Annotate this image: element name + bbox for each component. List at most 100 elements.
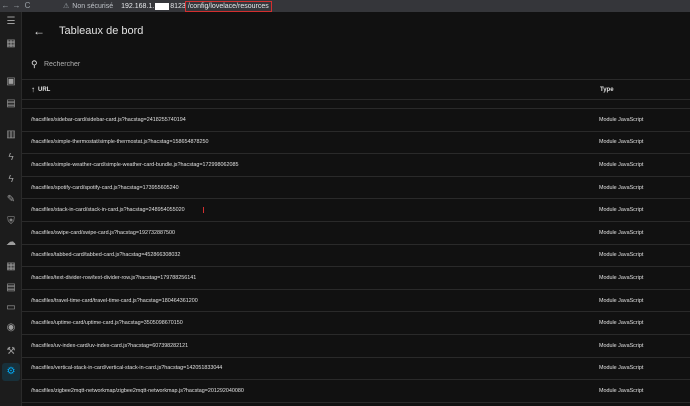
grid-icon: ▦: [6, 261, 16, 272]
table-row[interactable]: /hacsfiles/uptime-card/uptime-card.js?ha…: [22, 312, 690, 335]
search-input[interactable]: [44, 61, 344, 68]
column-header-url-label: URL: [38, 86, 51, 93]
calendar-icon: ▣: [6, 76, 16, 87]
back-arrow-icon[interactable]: ←: [33, 24, 49, 38]
warning-icon[interactable]: ⚠: [63, 2, 69, 10]
table-row[interactable]: /hacsfiles/sidebar-card/sidebar-card.js?…: [22, 109, 690, 132]
dashboard-icon: ▦: [6, 38, 16, 49]
sidebar-item-menu[interactable]: ☰: [0, 13, 22, 31]
sidebar-item-server[interactable]: ▭: [0, 299, 22, 317]
resource-type: Module JavaScript: [599, 229, 644, 236]
sidebar-item-compass[interactable]: ◉: [0, 319, 22, 337]
table-row[interactable]: /hacsfiles/vertical-stack-in-card/vertic…: [22, 358, 690, 381]
table-row-partial: [22, 100, 690, 109]
column-header-url[interactable]: ↑ URL: [31, 85, 591, 94]
table-row[interactable]: /hacsfiles/spotify-card/spotify-card.js?…: [22, 177, 690, 200]
resource-url-text: /hacsfiles/uptime-card/uptime-card.js?ha…: [31, 320, 183, 327]
resource-type: Module JavaScript: [599, 342, 644, 349]
resources-table: /hacsfiles/sidebar-card/sidebar-card.js?…: [22, 100, 690, 403]
sidebar-item-hammer[interactable]: ⚒: [0, 343, 22, 361]
sidebar-item-dashboard[interactable]: ▦: [0, 35, 22, 53]
sidebar-item-settings[interactable]: ⚙: [0, 363, 22, 381]
resource-url: /hacsfiles/uv-index-card/uv-index-card.j…: [31, 343, 596, 349]
search-icon: ⚲: [31, 59, 38, 69]
address-bar[interactable]: ⚠ Non sécurisé 192.168.1. 8123 /config/l…: [63, 0, 272, 12]
table-row[interactable]: /hacsfiles/swipe-card/swipe-card.js?hacs…: [22, 222, 690, 245]
resource-url-text: /hacsfiles/tabbed-card/tabbed-card.js?ha…: [31, 252, 181, 259]
resource-type: Module JavaScript: [599, 252, 644, 259]
resource-url: /hacsfiles/stack-in-card/stack-in-card.j…: [31, 207, 596, 214]
resource-url: /hacsfiles/tabbed-card/tabbed-card.js?ha…: [31, 252, 596, 258]
sidebar-item-list[interactable]: ▤: [0, 279, 22, 297]
url-path: /config/lovelace/resources: [184, 0, 272, 12]
table-row[interactable]: /hacsfiles/simple-thermostat/simple-ther…: [22, 132, 690, 155]
resource-type: Module JavaScript: [599, 387, 644, 394]
table-row[interactable]: /hacsfiles/travel-time-card/travel-time-…: [22, 290, 690, 313]
sidebar: ☰ ▦ ▣ ▤ ▥ ϟ ϟ ✎ ⛨ ☁ ▦ ▤ ▭ ◉ ⚒ ⚙: [0, 12, 22, 406]
resource-type: Module JavaScript: [599, 184, 644, 191]
hammer-icon: ⚒: [6, 346, 16, 357]
resource-url: /hacsfiles/travel-time-card/travel-time-…: [31, 298, 596, 304]
resource-url: /hacsfiles/vertical-stack-in-card/vertic…: [31, 365, 596, 371]
sidebar-item-wrench[interactable]: ✎: [0, 191, 22, 209]
resource-url-text: /hacsfiles/uv-index-card/uv-index-card.j…: [31, 342, 189, 349]
resource-url: /hacsfiles/sidebar-card/sidebar-card.js?…: [31, 117, 596, 123]
table-row[interactable]: /hacsfiles/zigbee2mqtt-networkmap/zigbee…: [22, 380, 690, 403]
resource-type: Module JavaScript: [599, 116, 644, 123]
menu-icon: ☰: [6, 16, 16, 27]
list-icon: ▤: [6, 282, 16, 293]
lightning-icon: ϟ: [8, 174, 14, 185]
url-host: 192.168.1.: [121, 2, 155, 10]
search-bar: ⚲: [22, 50, 690, 80]
resource-url-text: /hacsfiles/spotify-card/spotify-card.js?…: [31, 184, 179, 191]
history-icon: ▥: [6, 129, 16, 140]
security-warning-label: Non sécurisé: [72, 2, 114, 10]
resource-url-text: /hacsfiles/text-divider-row/text-divider…: [31, 274, 197, 281]
sidebar-item-grid[interactable]: ▦: [0, 258, 22, 276]
table-row[interactable]: /hacsfiles/stack-in-card/stack-in-card.j…: [22, 199, 690, 222]
sidebar-item-cloud[interactable]: ☁: [0, 234, 22, 252]
resource-type: Module JavaScript: [599, 320, 644, 327]
forward-arrow-icon[interactable]: →: [11, 0, 22, 12]
table-row[interactable]: /hacsfiles/text-divider-row/text-divider…: [22, 267, 690, 290]
page-header: ← Tableaux de bord: [22, 12, 690, 50]
resource-url-text: /hacsfiles/stack-in-card/stack-in-card.j…: [31, 207, 204, 214]
reload-icon[interactable]: C: [22, 0, 33, 12]
cloud-icon: ☁: [6, 237, 16, 248]
resource-type: Module JavaScript: [599, 207, 644, 214]
sidebar-item-logbook[interactable]: ▤: [0, 95, 22, 113]
server-icon: ▭: [6, 302, 16, 313]
sidebar-item-history[interactable]: ▥: [0, 126, 22, 144]
settings-icon: ⚙: [6, 366, 16, 377]
resource-type: Module JavaScript: [599, 139, 644, 146]
resource-type: Module JavaScript: [599, 297, 644, 304]
table-row[interactable]: /hacsfiles/tabbed-card/tabbed-card.js?ha…: [22, 245, 690, 268]
resource-url: /hacsfiles/uptime-card/uptime-card.js?ha…: [31, 320, 596, 326]
resource-url-text: /hacsfiles/zigbee2mqtt-networkmap/zigbee…: [31, 387, 244, 394]
table-row[interactable]: /hacsfiles/uv-index-card/uv-index-card.j…: [22, 335, 690, 358]
page-title: Tableaux de bord: [59, 25, 144, 37]
resource-url: /hacsfiles/swipe-card/swipe-card.js?hacs…: [31, 230, 596, 236]
url-port: 8123: [170, 2, 186, 10]
logbook-icon: ▤: [6, 98, 16, 109]
browser-toolbar: ← → C ⚠ Non sécurisé 192.168.1. 8123 /co…: [0, 0, 690, 12]
column-header-type[interactable]: Type: [600, 87, 614, 93]
redacted-ip: [155, 2, 170, 10]
resource-url: /hacsfiles/simple-weather-card/simple-we…: [31, 162, 596, 168]
lightning-icon: ϟ: [8, 152, 14, 163]
resource-type: Module JavaScript: [599, 365, 644, 372]
back-arrow-icon[interactable]: ←: [0, 0, 11, 12]
resource-url-text: /hacsfiles/sidebar-card/sidebar-card.js?…: [31, 116, 186, 123]
sidebar-item-shield[interactable]: ⛨: [0, 213, 22, 231]
sort-arrow-up-icon[interactable]: ↑: [31, 85, 35, 94]
wrench-icon: ✎: [6, 194, 16, 205]
sidebar-item-lightning[interactable]: ϟ: [0, 149, 22, 167]
resource-url-text: /hacsfiles/swipe-card/swipe-card.js?hacs…: [31, 229, 175, 236]
shield-icon: ⛨: [7, 216, 15, 227]
resource-url-text: /hacsfiles/simple-weather-card/simple-we…: [31, 161, 239, 168]
sidebar-item-lightning[interactable]: ϟ: [0, 171, 22, 189]
resource-url: /hacsfiles/spotify-card/spotify-card.js?…: [31, 185, 596, 191]
resource-url: /hacsfiles/zigbee2mqtt-networkmap/zigbee…: [31, 388, 596, 394]
sidebar-item-calendar[interactable]: ▣: [0, 73, 22, 91]
table-row[interactable]: /hacsfiles/simple-weather-card/simple-we…: [22, 154, 690, 177]
